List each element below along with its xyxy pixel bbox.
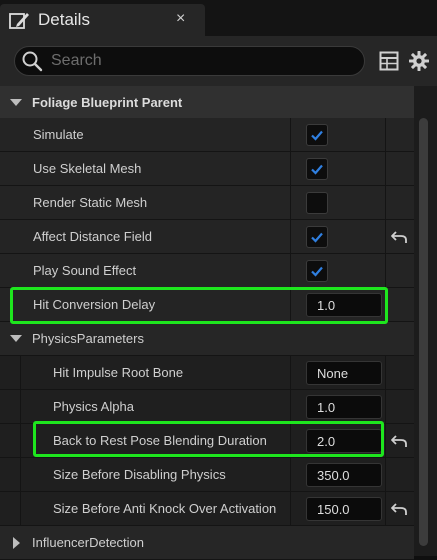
reset-to-default-icon[interactable] [390, 432, 408, 450]
search-icon [22, 51, 43, 72]
property-row-size-before-anti-knock: Size Before Anti Knock Over Activation 1… [0, 492, 414, 526]
scrollbar[interactable] [414, 86, 437, 556]
checkmark-icon [311, 266, 323, 277]
property-row-physics-alpha: Physics Alpha 1.0 [0, 390, 414, 424]
simulate-checkbox[interactable] [306, 124, 328, 146]
property-row-hit-impulse-root-bone: Hit Impulse Root Bone None [0, 356, 414, 390]
property-row-use-skeletal-mesh: Use Skeletal Mesh [0, 152, 414, 186]
render-static-mesh-checkbox[interactable] [306, 192, 328, 214]
chevron-down-icon[interactable] [10, 97, 22, 109]
property-label: Size Before Anti Knock Over Activation [53, 501, 277, 516]
checkmark-icon [311, 164, 323, 175]
play-sound-effect-checkbox[interactable] [306, 260, 328, 282]
chevron-right-icon[interactable] [10, 537, 22, 549]
category-label: PhysicsParameters [32, 331, 144, 346]
reset-to-default-icon[interactable] [390, 228, 408, 246]
category-foliage-blueprint-parent[interactable]: Foliage Blueprint Parent [0, 86, 414, 120]
table-view-icon[interactable] [379, 51, 399, 71]
property-label: Render Static Mesh [33, 195, 148, 210]
details-toolbar [0, 36, 437, 86]
chevron-down-icon[interactable] [10, 333, 22, 345]
property-row-size-before-disabling-physics: Size Before Disabling Physics 350.0 [0, 458, 414, 492]
property-label: Use Skeletal Mesh [33, 161, 142, 176]
use-skeletal-mesh-checkbox[interactable] [306, 158, 328, 180]
search-input[interactable] [49, 49, 353, 73]
close-icon[interactable]: × [176, 10, 185, 28]
property-row-simulate: Simulate [0, 118, 414, 152]
tab-details[interactable]: Details × [0, 4, 205, 36]
size-before-disabling-physics-input[interactable]: 350.0 [306, 463, 382, 487]
reset-to-default-icon[interactable] [390, 500, 408, 518]
property-row-play-sound-effect: Play Sound Effect [0, 254, 414, 288]
category-label: InfluencerDetection [32, 535, 145, 550]
category-influencer-detection[interactable]: InfluencerDetection [0, 526, 414, 560]
category-physics-parameters[interactable]: PhysicsParameters [0, 322, 414, 356]
highlight-hit-conversion-delay [10, 287, 388, 324]
tab-bar: Details × [0, 0, 437, 36]
affect-distance-field-checkbox[interactable] [306, 226, 328, 248]
property-label: Simulate [33, 127, 84, 142]
size-before-anti-knock-input[interactable]: 150.0 [306, 497, 382, 521]
category-label: Foliage Blueprint Parent [32, 95, 183, 110]
checkmark-icon [311, 232, 323, 243]
property-label: Hit Impulse Root Bone [53, 365, 184, 380]
edit-details-icon [9, 13, 29, 29]
search-box[interactable] [14, 46, 365, 76]
checkmark-icon [311, 130, 323, 141]
physics-alpha-input[interactable]: 1.0 [306, 395, 382, 419]
tab-title: Details [38, 10, 90, 29]
scrollbar-thumb[interactable] [419, 118, 428, 546]
gear-icon[interactable] [408, 50, 430, 72]
property-label: Size Before Disabling Physics [53, 467, 226, 482]
property-label: Affect Distance Field [33, 229, 152, 244]
property-row-render-static-mesh: Render Static Mesh [0, 186, 414, 220]
property-row-affect-distance-field: Affect Distance Field [0, 220, 414, 254]
hit-impulse-root-bone-input[interactable]: None [306, 361, 382, 385]
property-label: Physics Alpha [53, 399, 134, 414]
details-panel: Foliage Blueprint Parent Simulate Use Sk… [0, 86, 437, 560]
property-label: Play Sound Effect [33, 263, 137, 278]
highlight-back-to-rest-pose [33, 421, 384, 457]
